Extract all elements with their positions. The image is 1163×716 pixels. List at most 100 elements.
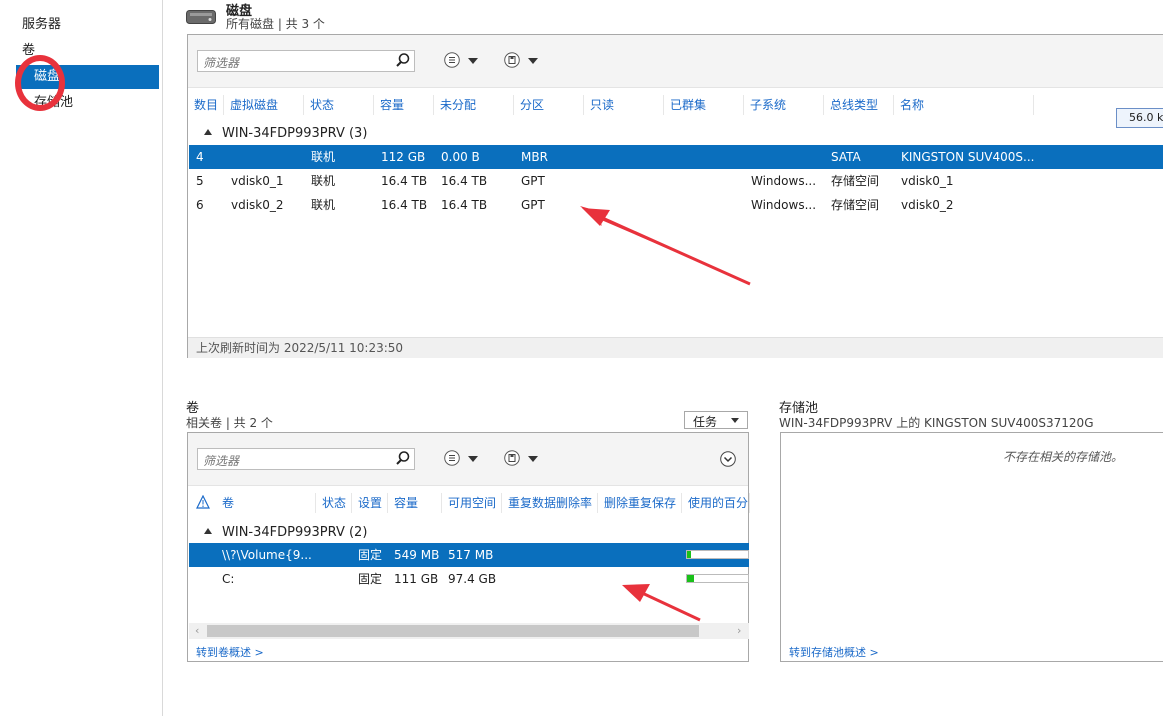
col-header[interactable]: 总线类型 [824, 95, 894, 115]
save-icon [504, 52, 520, 68]
list-options-button[interactable] [444, 448, 484, 470]
col-header[interactable]: 设置 [352, 493, 388, 513]
search-icon[interactable] [395, 450, 411, 466]
disks-subtitle: 所有磁盘 | 共 3 个 [226, 17, 325, 31]
save-query-button[interactable] [504, 448, 544, 470]
table-row[interactable]: 5 vdisk0_1 联机 16.4 TB 16.4 TB GPT Window… [189, 169, 1163, 193]
cell-partition: GPT [521, 198, 545, 212]
col-header[interactable]: 状态 [304, 95, 374, 115]
cell-status: 联机 [311, 150, 336, 164]
pools-empty-text: 不存在相关的存储池。 [1003, 450, 1124, 464]
group-label: WIN-34FDP993PRV (2) [222, 525, 368, 540]
chevron-down-icon [528, 456, 538, 462]
disks-status-bar: 上次刷新时间为 2022/5/11 10:23:50 [188, 337, 1163, 358]
cell-free: 517 MB [448, 548, 494, 562]
cell-capacity: 112 GB [381, 150, 426, 164]
cell-capacity: 16.4 TB [381, 198, 428, 212]
cell-subsystem: Windows... [751, 198, 817, 212]
chevron-down-icon [468, 456, 478, 462]
disks-panel: 筛选器 数目 虚拟磁盘 状态 容量 未分配 分区 只读 已群集 子系统 总线类型… [187, 34, 1163, 358]
last-refresh-text: 上次刷新时间为 2022/5/11 10:23:50 [196, 341, 404, 355]
col-header[interactable]: 虚拟磁盘 [224, 95, 304, 115]
scroll-right-icon[interactable]: › [737, 624, 741, 637]
go-to-pools-link[interactable]: 转到存储池概述 > [789, 644, 879, 660]
disks-group-header[interactable]: WIN-34FDP993PRV (3) [204, 126, 367, 141]
col-header[interactable]: 卷 [216, 493, 316, 513]
collapse-icon [204, 129, 212, 135]
cell-status: 联机 [311, 174, 336, 188]
cell-name: vdisk0_2 [901, 198, 954, 212]
list-options-icon [444, 450, 460, 466]
cell-num: 4 [196, 150, 204, 164]
col-header[interactable]: 只读 [584, 95, 664, 115]
cell-setting: 固定 [358, 548, 383, 562]
table-row[interactable]: 4 联机 112 GB 0.00 B MBR SATA KINGSTON SUV… [189, 145, 1163, 169]
expand-icon[interactable] [720, 451, 736, 467]
filter-placeholder: 筛选器 [203, 56, 240, 70]
table-row[interactable]: \\?\Volume{9... 固定 549 MB 517 MB [189, 543, 749, 567]
cell-unallocated: 0.00 B [441, 150, 480, 164]
list-options-button[interactable] [444, 50, 484, 72]
usage-bar [686, 574, 749, 583]
chevron-down-icon [528, 58, 538, 64]
cell-unallocated: 16.4 TB [441, 198, 488, 212]
search-icon[interactable] [395, 52, 411, 68]
group-label: WIN-34FDP993PRV (3) [222, 126, 368, 141]
col-header[interactable]: 数目 [188, 95, 224, 115]
pools-subtitle: WIN-34FDP993PRV 上的 KINGSTON SUV400S37120… [779, 416, 1094, 430]
volumes-group-header[interactable]: WIN-34FDP993PRV (2) [204, 525, 367, 540]
cell-status: 联机 [311, 198, 336, 212]
col-header[interactable]: 分区 [514, 95, 584, 115]
col-header[interactable]: 容量 [374, 95, 434, 115]
usage-bar [686, 550, 749, 559]
cell-bus: SATA [831, 150, 861, 164]
col-header[interactable]: 子系统 [744, 95, 824, 115]
tooltip-text: 56.0 kb [1129, 111, 1163, 124]
col-header[interactable]: 已群集 [664, 95, 744, 115]
cell-volume: C: [222, 572, 235, 586]
collapse-icon [204, 528, 212, 534]
save-query-button[interactable] [504, 50, 544, 72]
disks-column-headers: 数目 虚拟磁盘 状态 容量 未分配 分区 只读 已群集 子系统 总线类型 名称 [188, 95, 1163, 115]
chevron-down-icon [731, 418, 739, 423]
go-to-volumes-link[interactable]: 转到卷概述 > [196, 644, 264, 660]
cell-unallocated: 16.4 TB [441, 174, 488, 188]
scroll-left-icon[interactable]: ‹ [195, 624, 199, 637]
col-header[interactable]: 使用的百分 [682, 493, 750, 513]
pools-panel: 不存在相关的存储池。 转到存储池概述 > [780, 432, 1163, 662]
annotation-circle [15, 55, 65, 111]
sidebar-item-label: 服务器 [22, 17, 62, 32]
usage-bar-fill [687, 575, 695, 582]
cell-num: 5 [196, 174, 204, 188]
col-header[interactable]: 未分配 [434, 95, 514, 115]
disks-filter-input[interactable]: 筛选器 [197, 50, 415, 72]
table-row[interactable]: C: 固定 111 GB 97.4 GB [189, 567, 749, 591]
cell-bus: 存储空间 [831, 174, 880, 188]
volumes-subtitle: 相关卷 | 共 2 个 [186, 416, 273, 430]
horizontal-scrollbar[interactable]: ‹ › [189, 623, 749, 639]
cell-free: 97.4 GB [448, 572, 497, 586]
cell-name: vdisk0_1 [901, 174, 954, 188]
sidebar-item-servers[interactable]: 服务器 [16, 13, 159, 37]
col-header[interactable]: 名称 [894, 95, 1034, 115]
scrollbar-thumb[interactable] [207, 625, 699, 637]
filter-placeholder: 筛选器 [203, 454, 240, 468]
warning-icon[interactable] [196, 495, 210, 509]
cell-capacity: 16.4 TB [381, 174, 428, 188]
disk-icon [186, 8, 216, 26]
cell-capacity: 549 MB [394, 548, 440, 562]
col-header[interactable]: 重复数据删除率 [502, 493, 598, 513]
cell-partition: MBR [521, 150, 548, 164]
cell-name: KINGSTON SUV400S... [901, 150, 1035, 164]
table-row[interactable]: 6 vdisk0_2 联机 16.4 TB 16.4 TB GPT Window… [189, 193, 1163, 217]
cell-vdisk: vdisk0_2 [231, 198, 284, 212]
chevron-down-icon [468, 58, 478, 64]
cell-partition: GPT [521, 174, 545, 188]
volumes-filter-input[interactable]: 筛选器 [197, 448, 415, 470]
col-header[interactable]: 容量 [388, 493, 442, 513]
tasks-dropdown[interactable]: 任务 [684, 411, 748, 429]
col-header[interactable]: 可用空间 [442, 493, 502, 513]
list-options-icon [444, 52, 460, 68]
col-header[interactable]: 删除重复保存 [598, 493, 682, 513]
col-header[interactable]: 状态 [316, 493, 352, 513]
